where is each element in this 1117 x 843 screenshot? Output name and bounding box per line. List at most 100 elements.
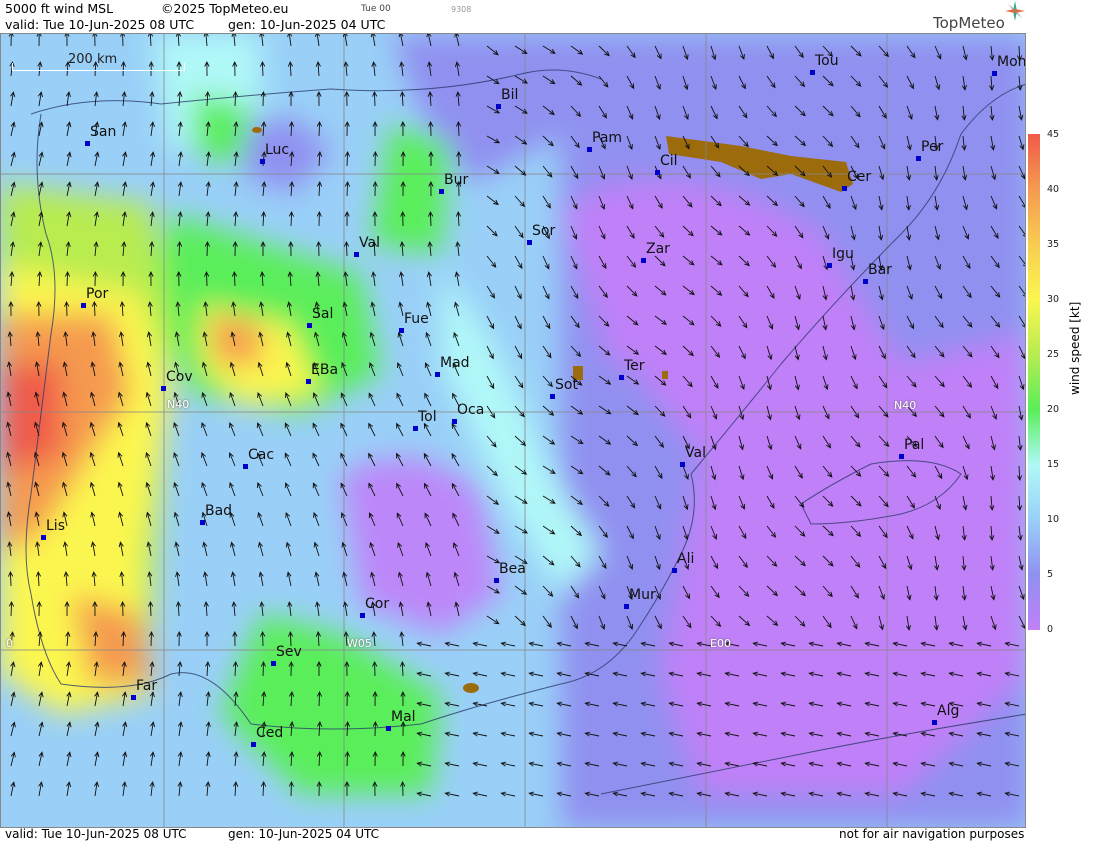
city-dot-icon: [413, 426, 418, 431]
city-dot-icon: [131, 695, 136, 700]
city-label: Cac: [248, 447, 275, 463]
city-label: Sal: [312, 306, 334, 322]
lat-label-n40-right: N40: [894, 399, 917, 412]
city-label: Tol: [418, 409, 437, 425]
city-dot-icon: [587, 147, 592, 152]
scale-label: 200 km: [68, 52, 118, 67]
city-label: Mad: [440, 355, 470, 371]
city-label: Cov: [166, 369, 193, 385]
city-dot-icon: [399, 328, 404, 333]
city-dot-icon: [386, 726, 391, 731]
city-label: Sor: [532, 223, 556, 239]
wind-field: [1, 34, 1025, 827]
city-dot-icon: [307, 323, 312, 328]
footer-disclaimer: not for air navigation purposes: [839, 827, 1025, 841]
city-label: Lis: [46, 518, 65, 534]
legend-color-bar: [1028, 134, 1040, 630]
city-dot-icon: [932, 720, 937, 725]
city-label: Ced: [256, 725, 284, 741]
city-dot-icon: [527, 240, 532, 245]
city-label: Mur: [629, 587, 656, 603]
footer-valid-time: valid: Tue 10-Jun-2025 08 UTC: [5, 827, 187, 841]
legend-tick-label: 20: [1047, 404, 1060, 415]
city-label: Sot: [555, 377, 578, 393]
topmeteo-logo: TopMeteo: [933, 14, 1005, 32]
city-dot-icon: [271, 661, 276, 666]
city-label: Bil: [501, 87, 519, 103]
city-dot-icon: [161, 386, 166, 391]
generated-time: gen: 10-Jun-2025 04 UTC: [228, 17, 386, 32]
city-dot-icon: [251, 742, 256, 747]
city-label: Mal: [391, 709, 416, 725]
lat-label-n40-left: N40: [167, 398, 190, 411]
city-label: Pam: [592, 130, 623, 146]
city-dot-icon: [916, 156, 921, 161]
city-dot-icon: [306, 379, 311, 384]
city-label: Per: [921, 139, 944, 155]
legend-tick-label: 45: [1047, 129, 1060, 140]
city-label: Por: [86, 286, 109, 302]
city-dot-icon: [827, 263, 832, 268]
compass-logo-icon: [1005, 1, 1025, 21]
city-label: Tou: [815, 53, 839, 69]
legend-tick-label: 40: [1047, 184, 1060, 195]
valid-time: valid: Tue 10-Jun-2025 08 UTC: [5, 17, 195, 32]
legend-title: wind speed [kt]: [1068, 301, 1082, 395]
city-dot-icon: [496, 104, 501, 109]
city-dot-icon: [243, 464, 248, 469]
city-dot-icon: [899, 454, 904, 459]
city-label: Bea: [499, 561, 526, 577]
legend-tick-label: 35: [1047, 239, 1060, 250]
city-label: Ali: [677, 551, 695, 567]
run-code: 9308: [451, 5, 472, 14]
city-dot-icon: [85, 141, 90, 146]
lon-label-w05: W05: [347, 637, 372, 650]
city-dot-icon: [655, 170, 660, 175]
city-label: Oca: [457, 402, 485, 418]
city-label: Bad: [205, 503, 233, 519]
legend-tick-label: 10: [1047, 514, 1060, 525]
city-label: Val: [359, 235, 380, 251]
footer-generated-time: gen: 10-Jun-2025 04 UTC: [228, 827, 380, 841]
city-label: Bur: [444, 172, 469, 188]
city-dot-icon: [439, 189, 444, 194]
city-label: Luc: [265, 142, 290, 158]
legend-tick-label: 30: [1047, 294, 1060, 305]
city-label: Sev: [276, 644, 302, 660]
wind-map[interactable]: 200 km N40 N40 W05 E00 0 Bil Tou Mon San Luc…: [0, 33, 1026, 828]
city-dot-icon: [863, 279, 868, 284]
city-dot-icon: [550, 394, 555, 399]
legend-tick-label: 15: [1047, 459, 1060, 470]
city-label: Cor: [365, 596, 390, 612]
city-dot-icon: [200, 520, 205, 525]
city-dot-icon: [680, 462, 685, 467]
city-label: Cer: [847, 169, 872, 185]
run-day: Tue 00: [361, 4, 391, 14]
city-label: Fue: [404, 311, 429, 327]
city-label: Igu: [832, 246, 854, 262]
city-label: Alg: [937, 703, 960, 719]
legend-tick-label: 0: [1047, 624, 1054, 635]
city-label: San: [90, 124, 117, 140]
lon-label-left-edge: 0: [6, 637, 13, 650]
wind-speed-legend: 45 40 35 30 25 20 15 10 5 0: [1026, 0, 1117, 843]
city-label: Far: [136, 678, 158, 694]
lon-label-e00: E00: [710, 637, 731, 650]
city-dot-icon: [992, 71, 997, 76]
city-dot-icon: [260, 159, 265, 164]
city-label: Bar: [868, 262, 892, 278]
city-dot-icon: [624, 604, 629, 609]
city-dot-icon: [619, 375, 624, 380]
city-label: Val: [685, 445, 706, 461]
product-title: 5000 ft wind MSL: [5, 1, 114, 16]
copyright: ©2025 TopMeteo.eu: [161, 1, 289, 16]
city-dot-icon: [842, 186, 847, 191]
city-dot-icon: [672, 568, 677, 573]
city-dot-icon: [81, 303, 86, 308]
legend-tick-label: 25: [1047, 349, 1060, 360]
city-dot-icon: [641, 258, 646, 263]
city-label: Ter: [624, 358, 645, 374]
city-label: Cil: [660, 153, 678, 169]
city-dot-icon: [360, 613, 365, 618]
city-dot-icon: [41, 535, 46, 540]
